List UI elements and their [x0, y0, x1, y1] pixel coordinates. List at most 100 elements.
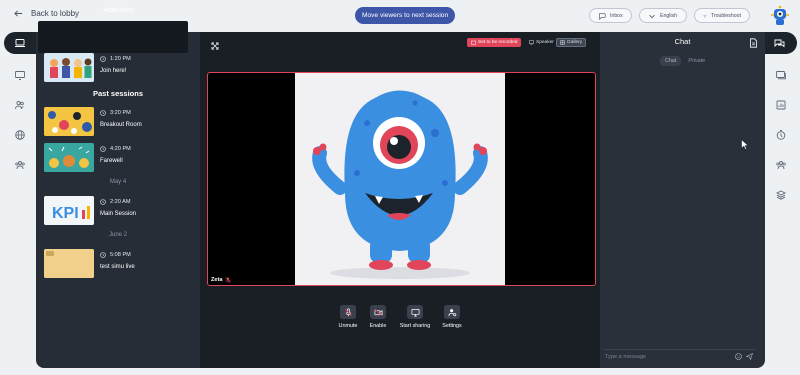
date-separator: June 2 [108, 232, 127, 238]
session-time-text: 4:20 PM [110, 146, 131, 152]
monitor-icon [411, 308, 419, 316]
document-icon[interactable] [749, 38, 758, 48]
inbox-button[interactable]: Inbox [589, 8, 632, 23]
current-session[interactable]: 1:20 PM Join here! [44, 53, 194, 83]
current-session-name: Join here! [100, 68, 127, 74]
tab-chat[interactable]: Chat [660, 56, 682, 66]
recording-label: Set to be recorded [478, 40, 518, 45]
right-rail [765, 54, 797, 370]
past-sessions-title: Past sessions [92, 89, 144, 98]
session-thumbnail [44, 249, 94, 278]
laptop-icon[interactable] [14, 37, 26, 49]
image-gallery-icon[interactable] [775, 68, 787, 80]
kpi-logo-text: KPI [52, 205, 79, 222]
gallery-view-toggle[interactable]: Gallery [556, 38, 587, 47]
current-session-item[interactable] [38, 21, 188, 53]
fullscreen-icon[interactable] [211, 42, 219, 50]
recording-badge[interactable]: Set to be recorded [467, 38, 522, 47]
people-illustration-icon [44, 53, 94, 82]
session-item-breakout[interactable]: 3:20 PM Breakout Room [44, 107, 194, 137]
clock-icon [100, 146, 106, 152]
left-rail [4, 54, 36, 370]
video-feed [295, 73, 505, 285]
analytics-icon[interactable] [775, 98, 787, 110]
activities-title: Activities [103, 5, 133, 14]
pattern-illustration-icon [44, 107, 94, 136]
globe-icon[interactable] [14, 128, 26, 140]
share-label: Start sharing [399, 323, 431, 329]
timer-icon[interactable] [775, 128, 787, 140]
session-time: 3:20 PM [100, 110, 131, 116]
chat-bubble-icon [599, 12, 606, 20]
session-name: Breakout Room [100, 122, 142, 128]
monitor-icon [529, 40, 534, 45]
tab-private[interactable]: Private [683, 56, 710, 66]
chat-message-input[interactable] [605, 352, 725, 362]
arrow-left-icon [14, 10, 23, 17]
emoji-icon[interactable] [735, 353, 742, 360]
send-icon[interactable] [746, 353, 753, 360]
session-thumbnail [44, 107, 94, 136]
participant-name: Zeta [211, 277, 223, 283]
session-thumbnail [44, 143, 94, 172]
move-viewers-button[interactable]: Move viewers to next session [355, 7, 456, 24]
session-item-test[interactable]: 5:08 PM test simu live [44, 249, 194, 279]
participant-name-tag: Zeta [211, 277, 231, 283]
mic-off-icon [344, 308, 352, 316]
chat-input-divider [603, 349, 756, 350]
people-icon[interactable] [14, 98, 26, 110]
muted-mic-icon [224, 277, 231, 283]
enable-camera-button[interactable] [370, 305, 386, 319]
enable-label: Enable [369, 323, 387, 329]
grid-icon [560, 40, 565, 45]
chevron-down-icon [649, 14, 655, 18]
gallery-label: Gallery [567, 40, 583, 45]
mouse-cursor-icon [741, 139, 749, 150]
chat-tabs: Chat Private [660, 56, 710, 66]
chat-title: Chat [674, 37, 691, 46]
date-separator: May 4 [109, 179, 127, 185]
session-item-farewell[interactable]: 4:20 PM Farewell [44, 143, 194, 173]
screen-share-icon[interactable] [14, 68, 26, 80]
video-tile[interactable]: Zeta [207, 72, 596, 286]
troubleshoot-label: Troubleshoot [710, 12, 741, 19]
session-name: test simu live [100, 264, 135, 270]
session-time-text: 5:08 PM [110, 252, 131, 258]
clock-icon [100, 199, 106, 205]
troubleshoot-icon [703, 14, 707, 17]
troubleshoot-button[interactable]: Troubleshoot [694, 8, 750, 23]
current-session-time-text: 1:20 PM [110, 56, 131, 62]
camera-off-icon [374, 308, 382, 316]
session-time: 5:08 PM [100, 252, 131, 258]
celebration-illustration-icon [44, 143, 94, 172]
clock-icon [100, 110, 106, 116]
layers-icon[interactable] [775, 188, 787, 200]
session-item-main[interactable]: KPI 2:20 AM Main Session [44, 196, 194, 226]
groups-icon[interactable] [14, 158, 26, 170]
current-session-time: 1:20 PM [100, 56, 131, 62]
clock-icon [100, 56, 106, 62]
chat-panel [600, 32, 765, 368]
calendar-icon [471, 40, 476, 45]
share-screen-button[interactable] [407, 305, 423, 319]
audience-icon[interactable] [775, 158, 787, 170]
enable-camera-control[interactable]: Enable [358, 305, 398, 329]
speaker-label: Speaker [536, 40, 554, 45]
unmute-button[interactable] [340, 305, 356, 319]
user-settings-icon [447, 308, 456, 316]
inbox-label: Inbox [610, 12, 623, 19]
monster-mascot-image [312, 90, 488, 279]
session-time: 4:20 PM [100, 146, 131, 152]
clock-icon [100, 252, 106, 258]
session-time-text: 3:20 PM [110, 110, 131, 116]
share-screen-control[interactable]: Start sharing [395, 305, 435, 329]
settings-button[interactable] [444, 305, 460, 319]
chat-panel-icon[interactable] [773, 37, 785, 49]
current-session-thumbnail [44, 53, 94, 82]
placeholder-thumbnail-icon [44, 249, 94, 278]
settings-control[interactable]: Settings [432, 305, 472, 329]
assistant-robot-icon[interactable] [770, 5, 790, 27]
language-select[interactable]: English [639, 8, 687, 23]
session-time: 2:20 AM [100, 199, 131, 205]
speaker-view-toggle[interactable]: Speaker [526, 38, 557, 47]
